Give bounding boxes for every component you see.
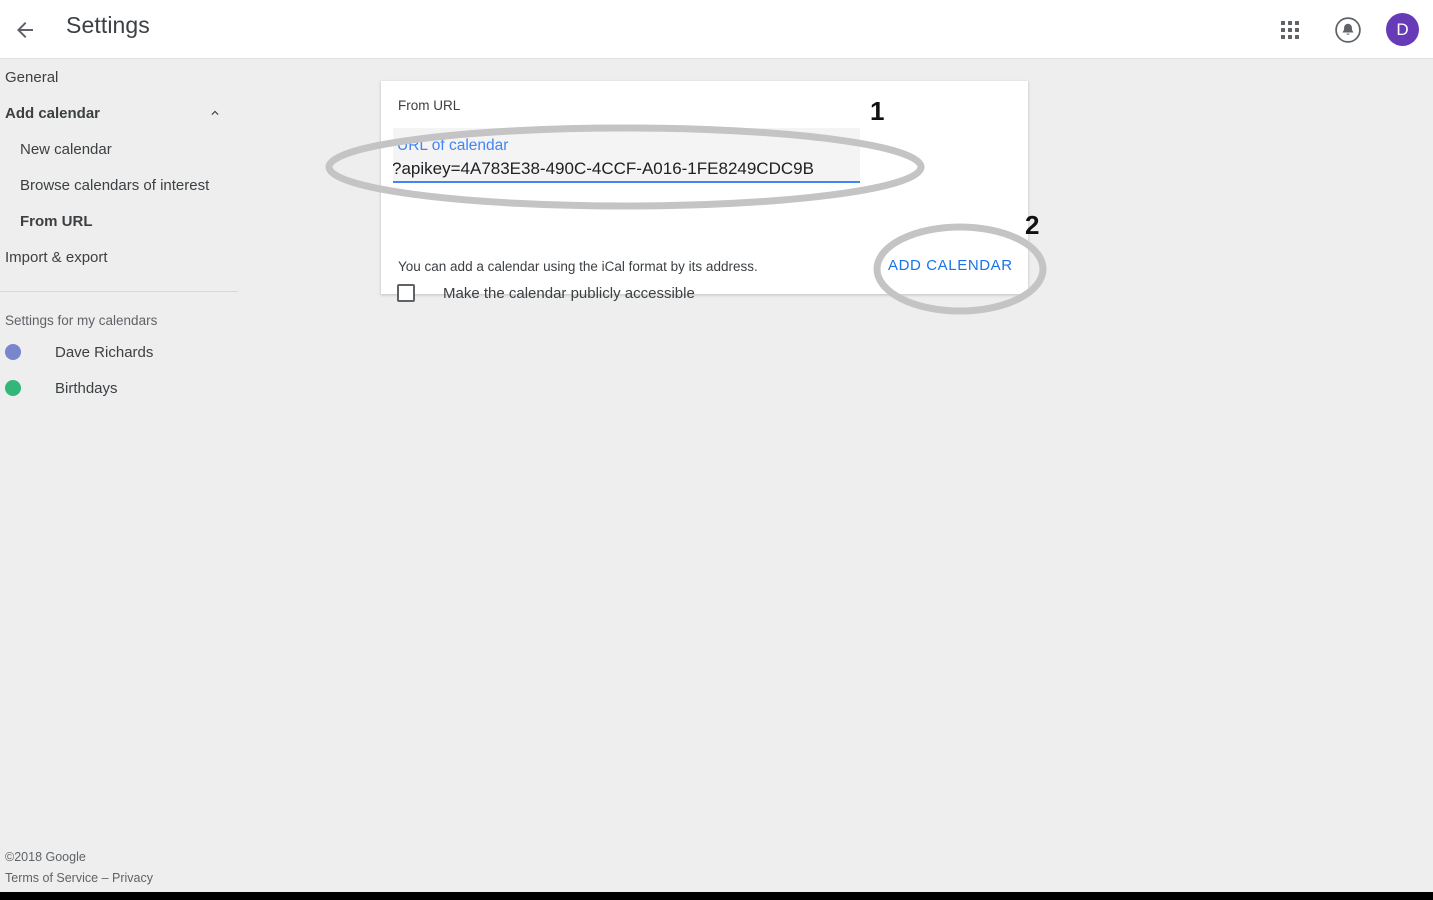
url-input-underline xyxy=(393,181,860,183)
settings-sidebar: General Add calendar New calendar Browse… xyxy=(0,59,340,406)
bottom-black-strip xyxy=(0,892,1433,900)
arrow-back-icon xyxy=(17,22,33,38)
sidebar-item-label: Browse calendars of interest xyxy=(20,176,210,194)
footer-separator: – xyxy=(98,871,112,885)
bell-icon xyxy=(1335,16,1361,43)
sidebar-item-add-calendar[interactable]: Add calendar xyxy=(0,95,340,131)
calendar-color-dot xyxy=(5,344,21,360)
url-input-box[interactable]: URL of calendar ?apikey=4A783E38-490C-4C… xyxy=(393,128,860,181)
terms-of-service-link[interactable]: Terms of Service xyxy=(5,871,98,885)
public-access-checkbox[interactable] xyxy=(397,284,415,302)
sidebar-item-label: New calendar xyxy=(20,140,112,158)
sidebar-section-label: Settings for my calendars xyxy=(5,312,158,328)
sidebar-item-label: General xyxy=(5,68,59,86)
top-app-bar: Settings D xyxy=(0,0,1433,59)
sidebar-item-import-export[interactable]: Import & export xyxy=(0,239,340,275)
public-access-label: Make the calendar publicly accessible xyxy=(443,284,695,302)
sidebar-divider xyxy=(0,291,238,292)
card-hint-text: You can add a calendar using the iCal fo… xyxy=(398,259,758,274)
sidebar-item-from-url[interactable]: From URL xyxy=(0,203,340,239)
calendar-color-dot xyxy=(5,380,21,396)
avatar[interactable]: D xyxy=(1386,13,1419,46)
public-access-checkbox-row[interactable]: Make the calendar publicly accessible xyxy=(397,284,695,302)
url-input-value[interactable]: ?apikey=4A783E38-490C-4CCF-A016-1FE8249C… xyxy=(393,156,856,181)
url-field-label: URL of calendar xyxy=(397,137,509,154)
footer-links: Terms of Service – Privacy xyxy=(5,868,153,889)
apps-button[interactable] xyxy=(1270,10,1310,50)
sidebar-item-general[interactable]: General xyxy=(0,59,340,95)
calendar-name: Dave Richards xyxy=(55,343,154,361)
chevron-up-icon[interactable] xyxy=(208,106,222,120)
notifications-button[interactable] xyxy=(1328,10,1368,50)
apps-grid-icon xyxy=(1281,20,1299,39)
sidebar-item-browse-calendars[interactable]: Browse calendars of interest xyxy=(0,167,340,203)
footer: ©2018 Google Terms of Service – Privacy xyxy=(5,847,153,889)
calendar-list-item-birthdays[interactable]: Birthdays xyxy=(0,370,340,406)
calendar-list-item-dave-richards[interactable]: Dave Richards xyxy=(0,334,340,370)
sidebar-item-label: Import & export xyxy=(5,248,108,266)
card-heading: From URL xyxy=(398,98,461,113)
annotation-number-1: 1 xyxy=(870,96,885,126)
copyright-text: ©2018 Google xyxy=(5,850,86,864)
annotation-number-2: 2 xyxy=(1025,210,1040,240)
add-calendar-button[interactable]: ADD CALENDAR xyxy=(878,249,1023,282)
privacy-link[interactable]: Privacy xyxy=(112,871,153,885)
page-title: Settings xyxy=(66,12,150,38)
back-button[interactable] xyxy=(6,11,44,49)
sidebar-item-label: From URL xyxy=(20,212,93,230)
top-bar-actions: D xyxy=(1270,0,1419,59)
settings-page: Settings D General Add calendar New cale… xyxy=(0,0,1433,900)
url-of-calendar-field[interactable]: URL of calendar ?apikey=4A783E38-490C-4C… xyxy=(393,128,860,183)
sidebar-item-new-calendar[interactable]: New calendar xyxy=(0,131,340,167)
calendar-name: Birthdays xyxy=(55,379,118,397)
sidebar-item-label: Add calendar xyxy=(5,104,101,122)
from-url-card: From URL URL of calendar ?apikey=4A783E3… xyxy=(381,81,1028,302)
